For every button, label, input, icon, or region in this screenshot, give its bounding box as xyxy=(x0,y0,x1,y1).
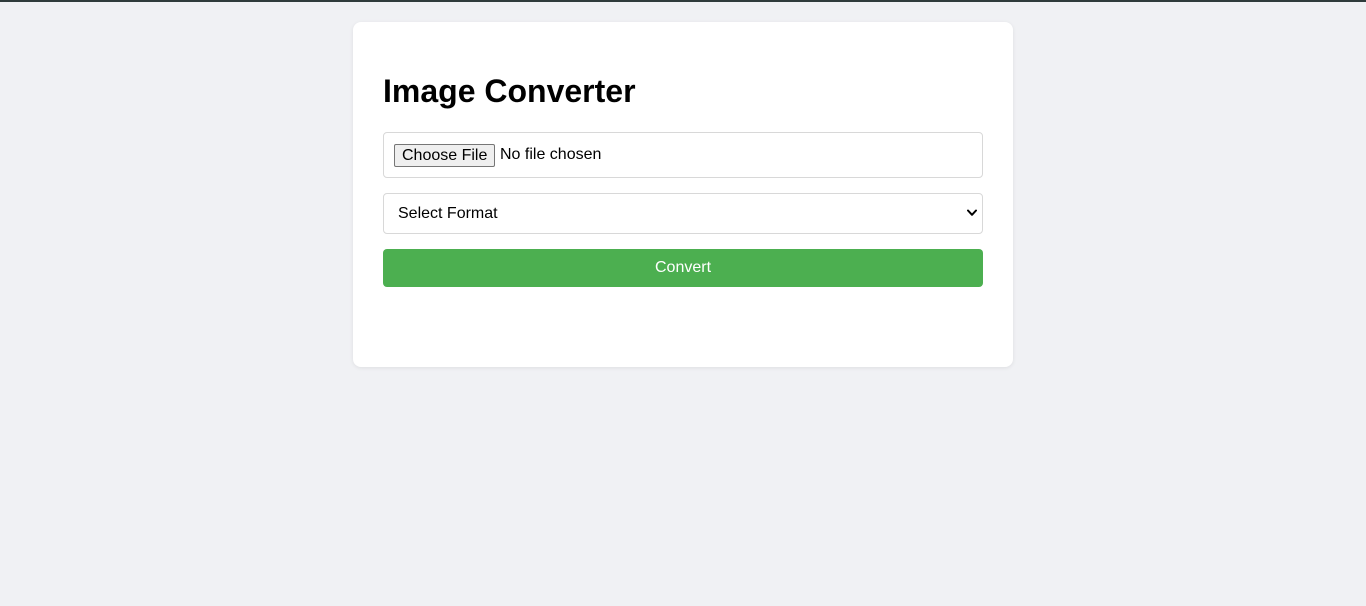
choose-file-button[interactable]: Choose File xyxy=(394,144,496,167)
page-title: Image Converter xyxy=(383,73,636,109)
chevron-down-icon xyxy=(967,209,977,216)
format-select[interactable]: Select Format xyxy=(383,193,983,234)
window-top-border xyxy=(0,0,1366,2)
format-select-value: Select Format xyxy=(398,205,498,222)
convert-button[interactable]: Convert xyxy=(383,249,983,287)
converter-card: Image Converter Choose File No file chos… xyxy=(353,22,1013,367)
file-input[interactable]: Choose File No file chosen xyxy=(383,132,983,178)
file-status-text: No file chosen xyxy=(500,146,602,163)
